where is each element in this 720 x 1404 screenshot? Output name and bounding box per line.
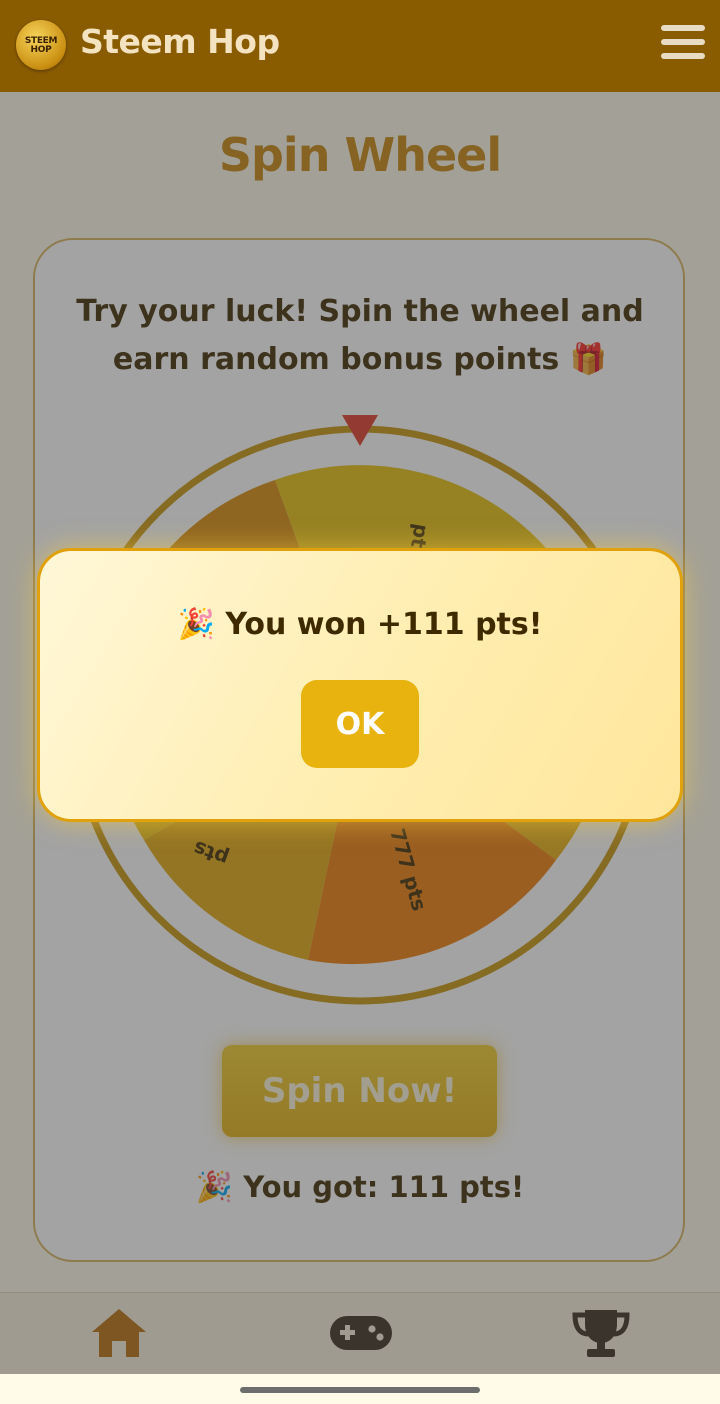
app-title: Steem Hop — [80, 22, 280, 61]
home-gesture-bar[interactable] — [240, 1387, 480, 1393]
logo-text: STEEM HOP — [24, 36, 58, 55]
system-gesture-area — [0, 1374, 720, 1404]
hamburger-menu-icon[interactable] — [661, 25, 705, 65]
win-modal: 🎉 You won +111 pts! OK — [37, 548, 683, 822]
party-popper-icon: 🎉 — [177, 607, 215, 642]
app-header: STEEM HOP Steem Hop — [0, 0, 720, 92]
ok-button[interactable]: OK — [301, 680, 419, 768]
win-message: 🎉 You won +111 pts! — [40, 607, 680, 642]
steem-hop-logo[interactable]: STEEM HOP — [16, 20, 66, 70]
win-message-text: You won +111 pts! — [225, 607, 543, 642]
